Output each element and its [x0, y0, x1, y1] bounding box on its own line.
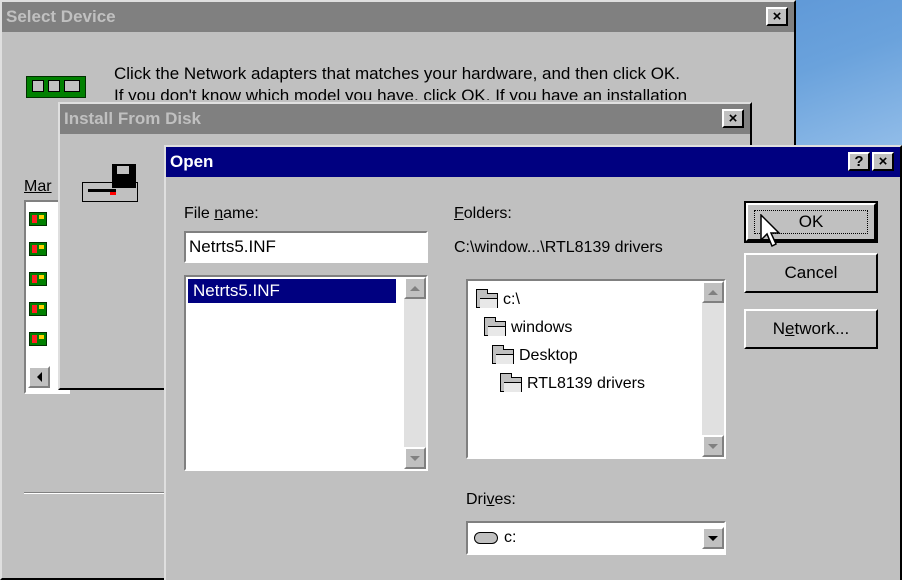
network-button[interactable]: Network... — [744, 309, 878, 349]
file-list-item-selected[interactable]: Netrts5.INF — [188, 279, 396, 303]
arrow-left-icon — [36, 372, 42, 382]
network-adapter-icon — [26, 76, 86, 100]
file-name-value: Netrts5.INF — [189, 237, 276, 256]
current-path: C:\window...\RTL8139 drivers — [454, 239, 663, 256]
install-from-disk-title: Install From Disk — [64, 109, 201, 128]
help-icon: ? — [854, 153, 864, 170]
select-device-title-bar[interactable]: Select Device × — [2, 2, 794, 32]
scroll-down-button[interactable] — [404, 447, 426, 469]
open-folder-icon — [492, 344, 514, 364]
folder-item-root[interactable]: c:\ — [476, 288, 520, 309]
scroll-up-button[interactable] — [702, 281, 724, 303]
close-icon: × — [878, 153, 888, 170]
nic-icon — [29, 272, 47, 286]
folders-label: Folders: — [454, 205, 512, 222]
open-title-bar[interactable]: Open ? × — [166, 147, 900, 177]
nic-icon — [29, 332, 47, 346]
drives-dropdown-button[interactable] — [702, 527, 724, 549]
help-button[interactable]: ? — [848, 152, 870, 171]
mouse-cursor-icon — [760, 214, 781, 248]
select-device-title: Select Device — [6, 7, 116, 26]
hard-drive-icon — [474, 532, 498, 544]
floppy-drive-icon — [82, 162, 140, 206]
folder-item-rtl8139-drivers[interactable]: RTL8139 drivers — [500, 372, 645, 393]
scroll-up-button[interactable] — [404, 277, 426, 299]
drives-select[interactable]: c: — [466, 521, 726, 555]
select-device-message-line1: Click the Network adapters that matches … — [114, 64, 680, 83]
select-device-close-button[interactable]: × — [766, 7, 788, 26]
nic-icon — [29, 242, 47, 256]
select-device-message-line2: If you don't know which model you have, … — [114, 86, 688, 100]
arrow-up-icon — [708, 289, 718, 295]
folder-item-windows[interactable]: windows — [484, 316, 572, 337]
open-dialog: Open ? × File name: Netrts5.INF Netrts5.… — [164, 145, 902, 580]
open-folder-icon — [500, 372, 522, 392]
folders-scrollbar[interactable] — [702, 281, 724, 457]
chevron-down-icon — [708, 535, 718, 541]
folder-item-desktop[interactable]: Desktop — [492, 344, 578, 365]
file-list-item-label: Netrts5.INF — [193, 281, 280, 300]
folders-list[interactable]: c:\ windows Desktop RTL8139 drivers — [466, 279, 726, 459]
arrow-down-icon — [708, 443, 718, 449]
open-title: Open — [170, 152, 214, 171]
open-folder-icon — [484, 316, 506, 336]
cancel-button[interactable]: Cancel — [744, 253, 878, 293]
drives-label: Drives: — [466, 491, 516, 508]
close-icon: × — [772, 8, 782, 25]
file-name-label: File name: — [184, 205, 259, 222]
manufacturers-label: Mar — [24, 178, 52, 195]
cancel-label: Cancel — [784, 263, 838, 282]
file-name-input[interactable]: Netrts5.INF — [184, 231, 428, 263]
nic-icon — [29, 302, 47, 316]
file-list-scrollbar[interactable] — [404, 277, 426, 469]
open-close-button[interactable]: × — [872, 152, 894, 171]
install-from-disk-title-bar[interactable]: Install From Disk × — [60, 104, 750, 134]
scroll-down-button[interactable] — [702, 435, 724, 457]
arrow-up-icon — [410, 285, 420, 291]
arrow-down-icon — [410, 455, 420, 461]
network-label: Network... — [772, 319, 850, 338]
file-list[interactable]: Netrts5.INF — [184, 275, 428, 471]
drive-value: c: — [504, 529, 517, 546]
separator-line — [24, 492, 164, 494]
close-icon: × — [728, 110, 738, 127]
open-folder-icon — [476, 288, 498, 308]
scroll-left-button[interactable] — [28, 366, 50, 388]
nic-icon — [29, 212, 47, 226]
install-from-disk-close-button[interactable]: × — [722, 109, 744, 128]
